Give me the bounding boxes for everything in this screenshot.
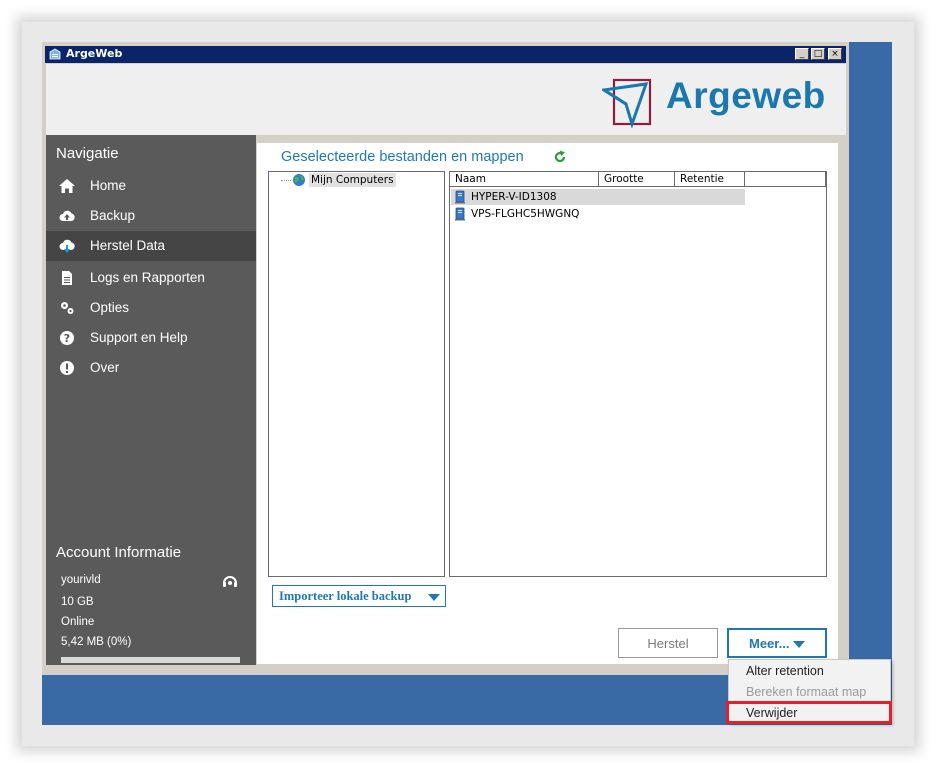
account-usage: 5,42 MB (0%) (61, 636, 132, 648)
sidebar-item-label: Over (90, 360, 120, 375)
sidebar-item-over[interactable]: Over (46, 353, 256, 383)
info-exclamation-icon (60, 361, 74, 375)
import-local-backup-button[interactable]: Importeer lokale backup (272, 585, 446, 607)
question-icon: ? (60, 331, 74, 345)
sidebar-item-label: Support en Help (90, 330, 188, 345)
cloud-download-icon (59, 239, 75, 253)
sidebar-item-backup[interactable]: Backup (46, 201, 256, 231)
cloud-upload-icon (59, 210, 75, 221)
sidebar-item-label: Herstel Data (90, 238, 166, 253)
list-item[interactable]: VPS-FLGHC5HWGNQ (451, 206, 651, 222)
sidebar-item-support[interactable]: ? Support en Help (46, 323, 256, 353)
account-title: Account Informatie (56, 544, 182, 561)
column-header-retentie[interactable]: Retentie (675, 172, 745, 187)
list-item-name: HYPER-V-ID1308 (471, 191, 557, 203)
account-username: yourivld (61, 574, 101, 586)
gears-icon (61, 302, 74, 314)
file-list[interactable] (449, 171, 827, 577)
menu-item-bereken-formaat-map[interactable]: Bereken formaat map (746, 685, 866, 699)
account-usage-bar (61, 657, 240, 663)
column-header-filler (745, 172, 826, 187)
sidebar-item-logs[interactable]: Logs en Rapporten (46, 263, 256, 293)
sidebar-title: Navigatie (56, 145, 119, 162)
headset-icon[interactable] (221, 572, 239, 590)
globe-icon (293, 174, 305, 186)
server-icon (455, 207, 465, 221)
restore-button-label: Herstel (647, 636, 689, 651)
chevron-down-icon (793, 641, 805, 648)
minimize-button[interactable]: _ (795, 48, 809, 60)
sidebar-item-home[interactable]: Home (46, 171, 256, 201)
sidebar-item-label: Opties (90, 300, 130, 315)
menu-item-alter-retention[interactable]: Alter retention (746, 664, 824, 678)
list-item-name: VPS-FLGHC5HWGNQ (471, 208, 580, 220)
title-bar[interactable]: ArgeWeb (45, 46, 846, 63)
page-title: Geselecteerde bestanden en mappen (281, 149, 524, 165)
server-icon (455, 190, 465, 204)
chevron-down-icon (428, 594, 440, 601)
account-status: Online (61, 616, 95, 628)
more-button[interactable]: Meer... (727, 628, 827, 658)
refresh-icon[interactable] (553, 150, 567, 164)
sidebar-item-opties[interactable]: Opties (46, 293, 256, 323)
app-icon (49, 48, 61, 60)
sidebar-item-label: Logs en Rapporten (90, 270, 205, 285)
argeweb-logo-icon (602, 78, 652, 128)
close-button[interactable]: × (828, 48, 842, 60)
computer-tree[interactable] (268, 171, 445, 577)
verwijder-highlight-box (726, 701, 892, 724)
argeweb-logo-text: Argeweb (666, 75, 826, 116)
sidebar-item-label: Backup (90, 208, 136, 223)
account-quota: 10 GB (61, 596, 94, 608)
tree-node-mijn-computers[interactable]: Mijn Computers (309, 173, 396, 187)
more-button-label: Meer... (749, 636, 790, 651)
sidebar-item-herstel-data[interactable]: Herstel Data (46, 231, 256, 261)
column-header-naam[interactable]: Naam (450, 172, 599, 187)
maximize-button[interactable]: □ (811, 48, 825, 60)
home-icon (59, 179, 75, 193)
tree-connector (281, 180, 291, 181)
list-item[interactable]: HYPER-V-ID1308 (451, 189, 745, 205)
svg-text:?: ? (64, 332, 70, 345)
sidebar-item-label: Home (90, 178, 127, 193)
column-header-grootte[interactable]: Grootte (599, 172, 675, 187)
document-icon (62, 271, 72, 285)
window-title: ArgeWeb (66, 47, 123, 60)
restore-button[interactable]: Herstel (618, 628, 718, 658)
import-button-label: Importeer lokale backup (279, 589, 412, 603)
